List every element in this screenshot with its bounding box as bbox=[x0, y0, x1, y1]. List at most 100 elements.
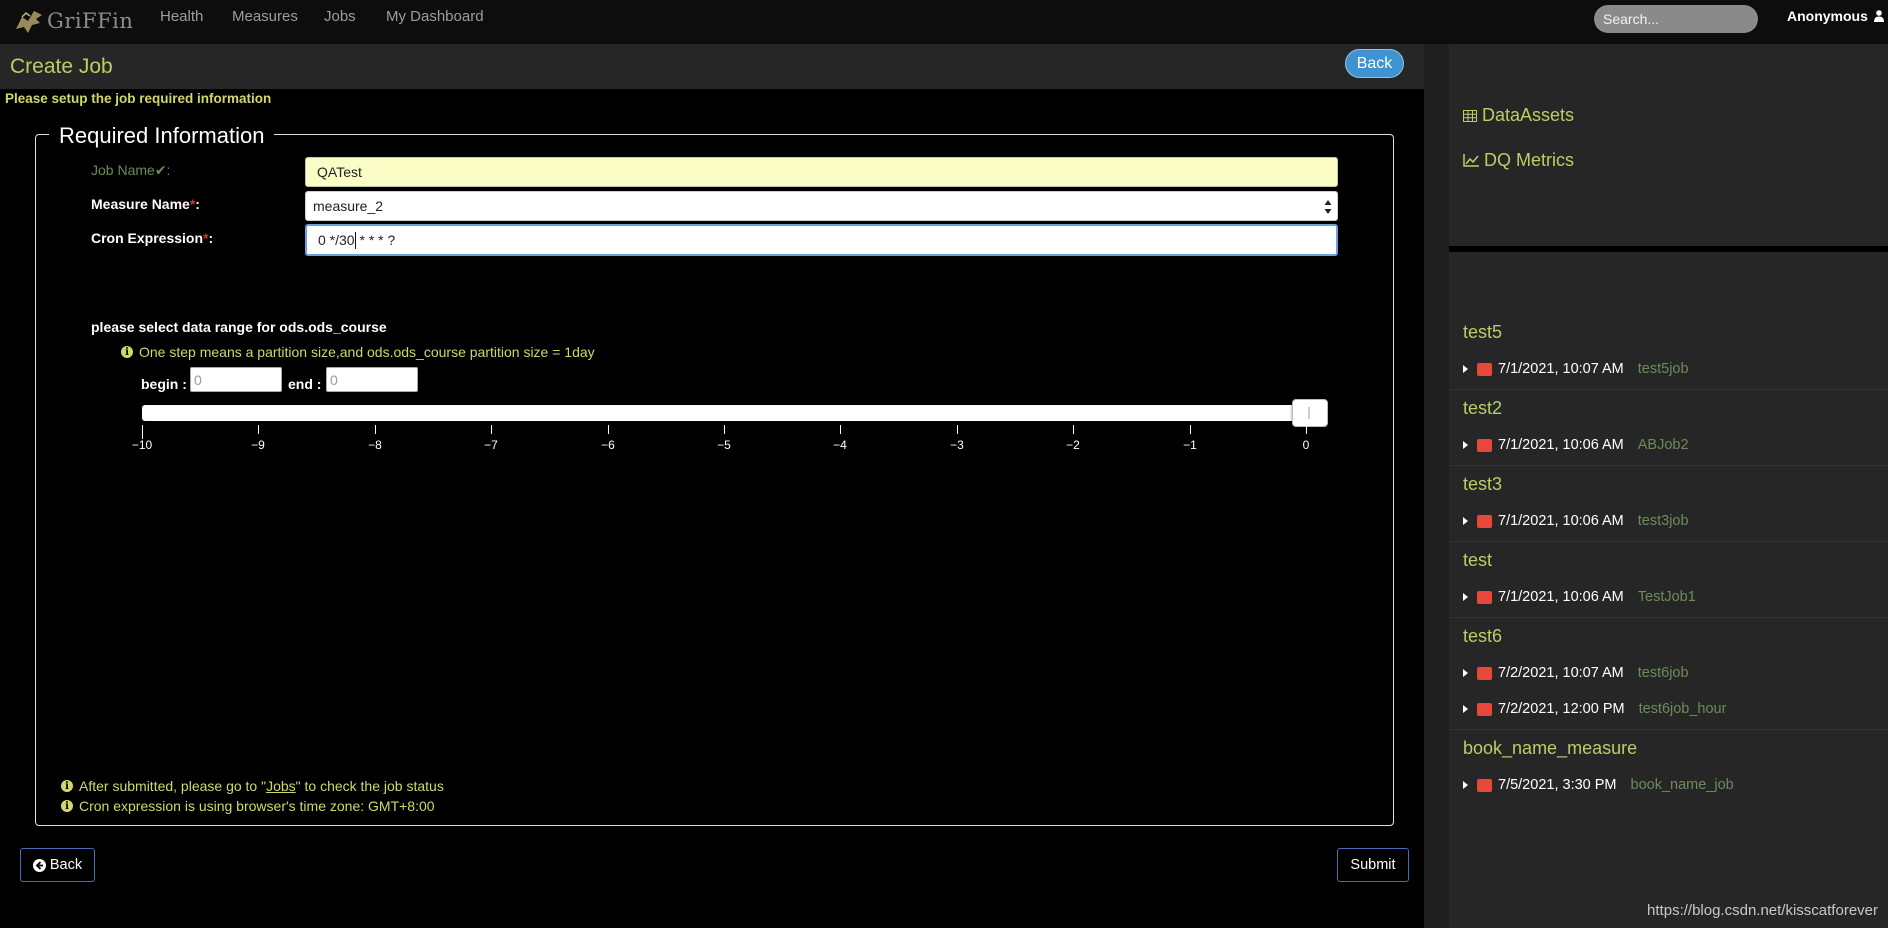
metric-group-title[interactable]: book_name_measure bbox=[1463, 738, 1637, 759]
page-header: Create Job Back bbox=[0, 44, 1424, 89]
fieldset-legend: Required Information bbox=[49, 123, 275, 149]
jobs-link[interactable]: Jobs bbox=[266, 778, 296, 794]
metric-job[interactable]: ABJob2 bbox=[1638, 437, 1689, 453]
brand-name: GriFFin bbox=[47, 9, 134, 33]
slider-tick-label: −6 bbox=[601, 438, 615, 452]
job-name-label: Job Name✔: bbox=[91, 162, 171, 178]
table-icon bbox=[1463, 109, 1477, 122]
brand[interactable]: GriFFin bbox=[14, 4, 133, 38]
metric-group-title[interactable]: test2 bbox=[1463, 398, 1502, 419]
expand-caret-icon[interactable] bbox=[1463, 517, 1468, 525]
end-input[interactable]: 0 bbox=[326, 367, 418, 392]
metric-job[interactable]: test6job_hour bbox=[1639, 701, 1727, 717]
slider-tick bbox=[1073, 425, 1074, 434]
metric-group-title[interactable]: test6 bbox=[1463, 626, 1502, 647]
metric-time: 7/1/2021, 10:06 AM bbox=[1498, 589, 1624, 605]
job-name-value: QATest bbox=[317, 164, 362, 180]
metric-time: 7/1/2021, 10:06 AM bbox=[1498, 437, 1624, 453]
group-separator bbox=[1449, 617, 1888, 618]
metric-job[interactable]: test6job bbox=[1638, 665, 1689, 681]
info-icon: i bbox=[61, 780, 73, 792]
metric-job[interactable]: test5job bbox=[1638, 361, 1689, 377]
check-icon: ✔ bbox=[154, 162, 167, 178]
partition-step-note: i One step means a partition size,and od… bbox=[121, 344, 595, 360]
slider-tick-label: −7 bbox=[484, 438, 498, 452]
end-label: end : bbox=[288, 376, 322, 392]
slider-tick bbox=[840, 425, 841, 434]
submit-note: i After submitted, please go to " Jobs " t… bbox=[61, 778, 444, 794]
arrow-left-circle-icon bbox=[32, 858, 46, 872]
range-slider-handle[interactable] bbox=[1292, 399, 1328, 427]
nav-health[interactable]: Health bbox=[160, 8, 203, 25]
griffin-logo-icon bbox=[16, 11, 42, 33]
measure-name-value: measure_2 bbox=[313, 198, 384, 214]
area-chart-icon bbox=[1477, 438, 1492, 452]
expand-caret-icon[interactable] bbox=[1463, 781, 1468, 789]
expand-caret-icon[interactable] bbox=[1463, 669, 1468, 677]
page-title: Create Job bbox=[10, 55, 113, 78]
metric-job[interactable]: TestJob1 bbox=[1638, 589, 1696, 605]
group-separator bbox=[1449, 729, 1888, 730]
header-back-button[interactable]: Back bbox=[1345, 49, 1404, 78]
slider-tick bbox=[724, 425, 725, 434]
metric-group-title[interactable]: test5 bbox=[1463, 322, 1502, 343]
metric-row[interactable]: 7/2/2021, 10:07 AM test6job bbox=[1463, 663, 1689, 683]
info-icon: i bbox=[61, 800, 73, 812]
expand-caret-icon[interactable] bbox=[1463, 441, 1468, 449]
user-menu[interactable]: Anonymous bbox=[1787, 8, 1884, 24]
area-chart-icon bbox=[1477, 590, 1492, 604]
metric-row[interactable]: 7/1/2021, 10:06 AM test3job bbox=[1463, 511, 1689, 531]
measure-name-select[interactable]: measure_2 bbox=[305, 191, 1338, 221]
main-content: Please setup the job required informatio… bbox=[0, 89, 1424, 928]
slider-ticks: −10 −9 −8 −7 −6 −5 −4 −3 −2 −1 0 bbox=[36, 425, 1395, 465]
metric-row[interactable]: 7/1/2021, 10:06 AM ABJob2 bbox=[1463, 435, 1689, 455]
nav-jobs[interactable]: Jobs bbox=[324, 8, 356, 25]
slider-tick-label: −1 bbox=[1183, 438, 1197, 452]
sidebar-link-dataassets[interactable]: DataAssets bbox=[1463, 105, 1574, 126]
cron-expression-input[interactable]: 0 */30 * * * ? bbox=[305, 224, 1338, 256]
info-icon: i bbox=[121, 346, 133, 358]
metric-job[interactable]: book_name_job bbox=[1631, 777, 1734, 793]
expand-caret-icon[interactable] bbox=[1463, 705, 1468, 713]
slider-tick bbox=[608, 425, 609, 434]
cron-label-text: Cron Expression bbox=[91, 230, 204, 246]
nav-measures[interactable]: Measures bbox=[232, 8, 298, 25]
expand-caret-icon[interactable] bbox=[1463, 593, 1468, 601]
sidebar-link-dq-metrics[interactable]: DQ Metrics bbox=[1463, 150, 1574, 171]
measure-name-label: Measure Name*: bbox=[91, 196, 200, 212]
range-slider-track[interactable] bbox=[142, 405, 1328, 421]
expand-caret-icon[interactable] bbox=[1463, 365, 1468, 373]
begin-label: begin : bbox=[141, 376, 187, 392]
select-arrows-icon bbox=[1324, 200, 1332, 214]
sidebar-nav: DataAssets DQ Metrics bbox=[1449, 44, 1888, 246]
watermark-url: https://blog.csdn.net/kisscatforever bbox=[1647, 902, 1878, 919]
metric-row[interactable]: 7/1/2021, 10:07 AM test5job bbox=[1463, 359, 1689, 379]
slider-tick bbox=[1190, 425, 1191, 434]
submit-button[interactable]: Submit bbox=[1337, 848, 1409, 882]
slider-tick-label: 0 bbox=[1302, 438, 1310, 452]
metric-group-title[interactable]: test3 bbox=[1463, 474, 1502, 495]
cron-value-part1: 0 */30 bbox=[318, 232, 355, 248]
area-chart-icon bbox=[1477, 362, 1492, 376]
begin-input[interactable]: 0 bbox=[190, 367, 282, 392]
search-input[interactable] bbox=[1594, 5, 1758, 33]
timezone-note: i Cron expression is using browser's tim… bbox=[61, 798, 435, 814]
form-back-button[interactable]: Back bbox=[20, 848, 95, 882]
area-chart-icon bbox=[1477, 702, 1492, 716]
metric-row[interactable]: 7/1/2021, 10:06 AM TestJob1 bbox=[1463, 587, 1696, 607]
data-range-title: please select data range for ods.ods_cou… bbox=[91, 319, 387, 335]
metric-job[interactable]: test3job bbox=[1638, 513, 1689, 529]
nav-my-dashboard[interactable]: My Dashboard bbox=[386, 8, 484, 25]
group-separator bbox=[1449, 389, 1888, 390]
user-name: Anonymous bbox=[1787, 8, 1868, 24]
step-note-text: One step means a partition size,and ods.… bbox=[139, 344, 595, 360]
job-name-input[interactable]: QATest bbox=[305, 157, 1338, 187]
required-star: * bbox=[203, 230, 209, 246]
metric-group-title[interactable]: test bbox=[1463, 550, 1492, 571]
slider-tick-label: −10 bbox=[131, 438, 153, 452]
metric-time: 7/1/2021, 10:07 AM bbox=[1498, 361, 1624, 377]
slider-tick bbox=[957, 425, 958, 434]
metric-row[interactable]: 7/5/2021, 3:30 PM book_name_job bbox=[1463, 775, 1734, 795]
metric-row[interactable]: 7/2/2021, 12:00 PM test6job_hour bbox=[1463, 699, 1726, 719]
timezone-note-text: Cron expression is using browser's time … bbox=[79, 798, 435, 814]
